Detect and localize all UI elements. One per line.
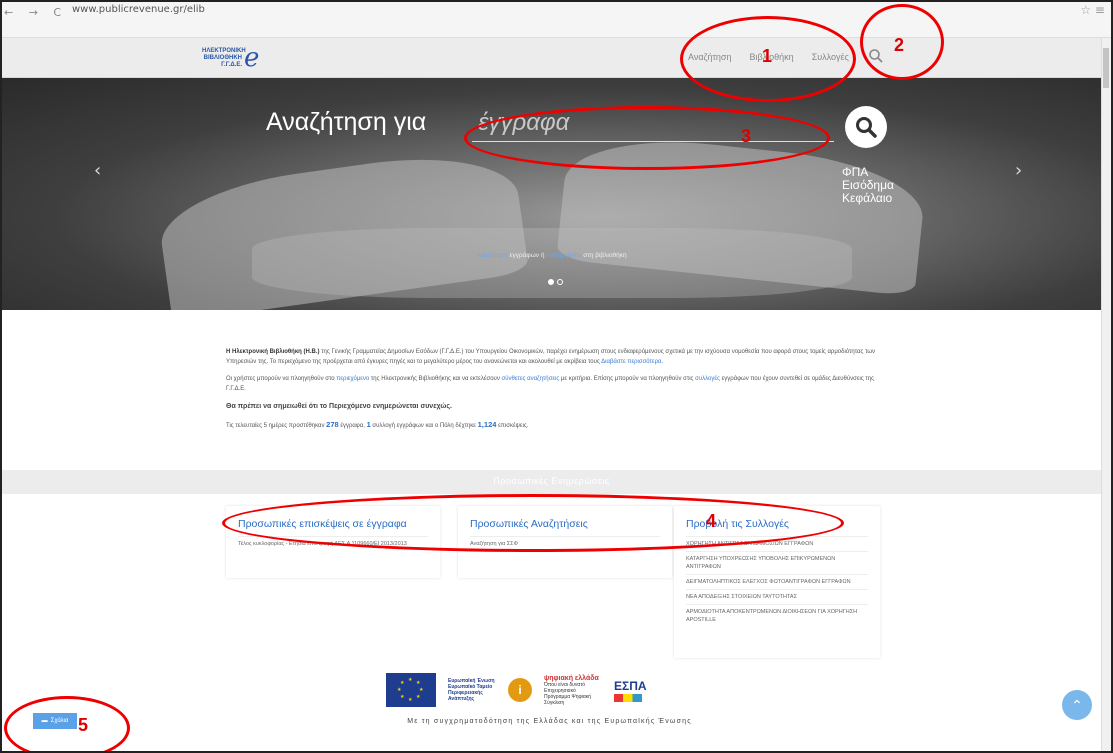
- annotation-number: 1: [762, 46, 773, 66]
- carousel-indicators: [548, 279, 563, 285]
- logo-mark: e: [244, 43, 260, 73]
- cofinancing-text: Με τη συγχρηματοδότηση της Ελλάδας και τ…: [407, 718, 692, 725]
- nav-item-collections[interactable]: Συλλογές: [812, 52, 849, 62]
- digital-greece-block: ψηφιακή ελλάδα Όπου είναι δυνατό Επιχειρ…: [544, 675, 602, 706]
- search-suggestions: ΦΠΑ Εισόδημα Κεφάλαιο: [842, 166, 894, 205]
- stats-text: επισκέψεις.: [496, 422, 529, 429]
- site-logo[interactable]: ΗΛΕΚΤΡΟΝΙΚΗ ΒΙΒΛΙΟΘΗΚΗ Γ.Γ.Δ.Ε. e: [202, 42, 259, 74]
- card-item[interactable]: ΔΕΙΓΜΑΤΟΛΗΠΤΙΚΟΣ ΕΛΕΓΧΟΣ ΦΩΤΟΑΝΤΙΓΡΑΦΩΝ …: [686, 574, 868, 589]
- logo-line: Γ.Γ.Δ.Ε.: [221, 61, 242, 68]
- espa-logo: ΕΣΠΑ: [614, 678, 647, 693]
- intro-section: Η Ηλεκτρονική Βιβλιοθήκη (Η.Β.) της Γενι…: [226, 348, 882, 439]
- back-to-top-button[interactable]: ⌃: [1062, 690, 1092, 720]
- intro-bold: Η Ηλεκτρονική Βιβλιοθήκη (Η.Β.): [226, 349, 320, 355]
- stats-text: έγγραφα,: [338, 422, 367, 429]
- carousel-next-button[interactable]: ›: [1015, 160, 1022, 181]
- section-band: Προσωπικές Ενημερώσεις: [2, 470, 1101, 494]
- carousel-prev-button[interactable]: ‹: [94, 160, 101, 181]
- site-header: ΗΛΕΚΤΡΟΝΙΚΗ ΒΙΒΛΙΟΘΗΚΗ Γ.Γ.Δ.Ε. e Αναζήτ…: [2, 38, 1101, 78]
- caption-text: εγγράφων ή: [507, 252, 547, 259]
- browser-toolbar: ← → C www.publicrevenue.gr/elib ☆ ≡: [0, 0, 1113, 38]
- eu-flag-icon: ★ ★ ★ ★ ★ ★ ★ ★: [386, 673, 436, 707]
- footer-logos: ★ ★ ★ ★ ★ ★ ★ ★ Ευρωπαϊκή Ένωση Ευρωπαϊκό Ταμεί…: [386, 672, 736, 708]
- stats-text: Τις τελευταίες 5 ημέρες προστέθηκαν: [226, 422, 327, 429]
- annotation-number: 2: [894, 35, 905, 55]
- scrollbar[interactable]: [1101, 38, 1111, 751]
- hero-search-input[interactable]: έγγραφα: [472, 108, 834, 142]
- hero-carousel: ‹ › Αναζήτηση για έγγραφα ΦΠΑ Εισόδημα Κ…: [2, 78, 1101, 310]
- card-title[interactable]: Προσωπικές Αναζητήσεις: [470, 506, 660, 536]
- hero-search-button[interactable]: [845, 106, 887, 148]
- suggestion-item[interactable]: Κεφάλαιο: [842, 192, 894, 205]
- intro-text: με κριτήρια. Επίσης μπορούν να πλοηγηθού…: [559, 376, 696, 382]
- carousel-dot[interactable]: [557, 279, 563, 285]
- intro-text: Οι χρήστες μπορούν να πλοηγηθούν στο: [226, 376, 337, 382]
- collections-link[interactable]: συλλογές: [695, 376, 720, 382]
- comment-icon: ▬: [41, 718, 48, 724]
- card-item[interactable]: Τέλος κυκλοφορίας - Ετήσια επιστροφή ΔΕΣ…: [238, 536, 428, 551]
- card-item[interactable]: ΧΟΡΗΓΗΣΗ ΑΝΤΙΓΡΑΦΩΝ ΔΗΜΟΣΙΩΝ ΕΓΓΡΑΦΩΝ: [686, 536, 868, 551]
- caption-search-link[interactable]: Αναζήτηση: [476, 252, 507, 259]
- digital-greece-name: ψηφιακή ελλάδα: [544, 674, 599, 682]
- logo-text: ΗΛΕΚΤΡΟΝΙΚΗ ΒΙΒΛΙΟΘΗΚΗ Γ.Γ.Δ.Ε.: [202, 47, 246, 69]
- intro-paragraph: Η Ηλεκτρονική Βιβλιοθήκη (Η.Β.) της Γενι…: [226, 348, 882, 367]
- hero-title: Αναζήτηση για: [266, 108, 427, 136]
- stat-documents: 278: [326, 419, 339, 429]
- search-icon: [856, 117, 877, 138]
- collections-card: Προβολή τις Συλλογές ΧΟΡΗΓΗΣΗ ΑΝΤΙΓΡΑΦΩΝ…: [674, 506, 880, 658]
- hero-caption: Αναζήτηση εγγράφων ή πλοηγηθείτε στη βιβ…: [2, 252, 1101, 259]
- hero-background-book: [252, 228, 852, 298]
- eu-text: Ευρωπαϊκή Ένωση Ευρωπαϊκό Ταμείο Περιφερ…: [448, 678, 495, 702]
- read-more-link[interactable]: Διαβάστε περισσότερα.: [601, 359, 663, 365]
- scrollbar-thumb[interactable]: [1103, 48, 1109, 88]
- personal-searches-card: Προσωπικές Αναζητήσεις Αναζήτηση για ΣΣΦ: [458, 506, 672, 578]
- personal-visits-card: Προσωπικές επισκέψεις σε έγγραφα Τέλος κ…: [226, 506, 440, 578]
- card-item[interactable]: ΚΑΤΑΡΓΗΣΗ ΥΠΟΧΡΕΩΣΗΣ ΥΠΟΒΟΛΗΣ ΕΠΙΚΥΡΩΜΕΝ…: [686, 551, 868, 574]
- intro-text: της Ηλεκτρονικής Βιβλιοθήκης και να εκτε…: [369, 376, 502, 382]
- search-placeholder: έγγραφα: [478, 109, 570, 136]
- chevron-up-icon: ⌃: [1071, 696, 1083, 713]
- espa-strip: [614, 693, 642, 702]
- stats-text: συλλογή εγγράφων και ο Πόλη δέχτηκε: [370, 422, 478, 429]
- carousel-dot[interactable]: [548, 279, 554, 285]
- annotation-number: 3: [741, 126, 752, 146]
- annotation-number: 5: [78, 715, 89, 735]
- card-title[interactable]: Προσωπικές επισκέψεις σε έγγραφα: [238, 506, 428, 536]
- espa-block: ΕΣΠΑ: [614, 679, 647, 702]
- nav-item-search[interactable]: Αναζήτηση: [688, 52, 731, 62]
- address-bar[interactable]: www.publicrevenue.gr/elib: [72, 4, 205, 15]
- digital-greece-text: Όπου είναι δυνατό Επιχειρησιακό Πρόγραμμ…: [544, 681, 591, 706]
- feedback-button[interactable]: ▬ Σχόλια: [33, 713, 77, 729]
- logo-line: ΒΙΒΛΙΟΘΗΚΗ: [203, 54, 242, 61]
- stat-visits: 1,124: [477, 419, 497, 429]
- bookmark-icon[interactable]: ☆ ≡: [1080, 3, 1105, 17]
- card-item[interactable]: ΝΕΑ ΑΠΟΔΕΙΞΗΣ ΣΤΟΙΧΕΙΩΝ ΤΑΥΤΟΤΗΤΑΣ: [686, 589, 868, 604]
- content-link[interactable]: περιεχόμενο: [336, 376, 369, 382]
- search-icon[interactable]: [868, 48, 884, 64]
- update-notice: Θα πρέπει να σημειωθεί ότι το Περιεχόμεν…: [226, 403, 452, 410]
- section-title: Προσωπικές Ενημερώσεις: [493, 476, 610, 486]
- advanced-search-link[interactable]: σύνθετες αναζητήσεις: [502, 376, 560, 382]
- caption-text: στη βιβλιοθήκη: [581, 252, 627, 259]
- intro-text: της Γενικής Γραμματείας Δημοσίων Εσόδων …: [226, 349, 876, 365]
- caption-browse-link[interactable]: πλοηγηθείτε: [546, 252, 581, 259]
- feedback-label: Σχόλια: [50, 718, 69, 724]
- intro-paragraph: Οι χρήστες μπορούν να πλοηγηθούν στο περ…: [226, 375, 882, 394]
- card-item[interactable]: Αναζήτηση για ΣΣΦ: [470, 536, 660, 551]
- annotation-number: 4: [706, 511, 717, 531]
- digital-greece-icon: i: [508, 678, 532, 702]
- card-item[interactable]: ΑΡΜΟΔΙΟΤΗΤΑ ΑΠΟΚΕΝΤΡΩΜΕΝΩΝ ΔΙΟΙΚΗΣΕΩΝ ΓΙ…: [686, 604, 868, 627]
- logo-line: ΗΛΕΚΤΡΟΝΙΚΗ: [202, 47, 246, 54]
- stats-line: Τις τελευταίες 5 ημέρες προστέθηκαν 278 …: [226, 420, 882, 432]
- browser-nav-buttons[interactable]: ← → C: [4, 6, 67, 19]
